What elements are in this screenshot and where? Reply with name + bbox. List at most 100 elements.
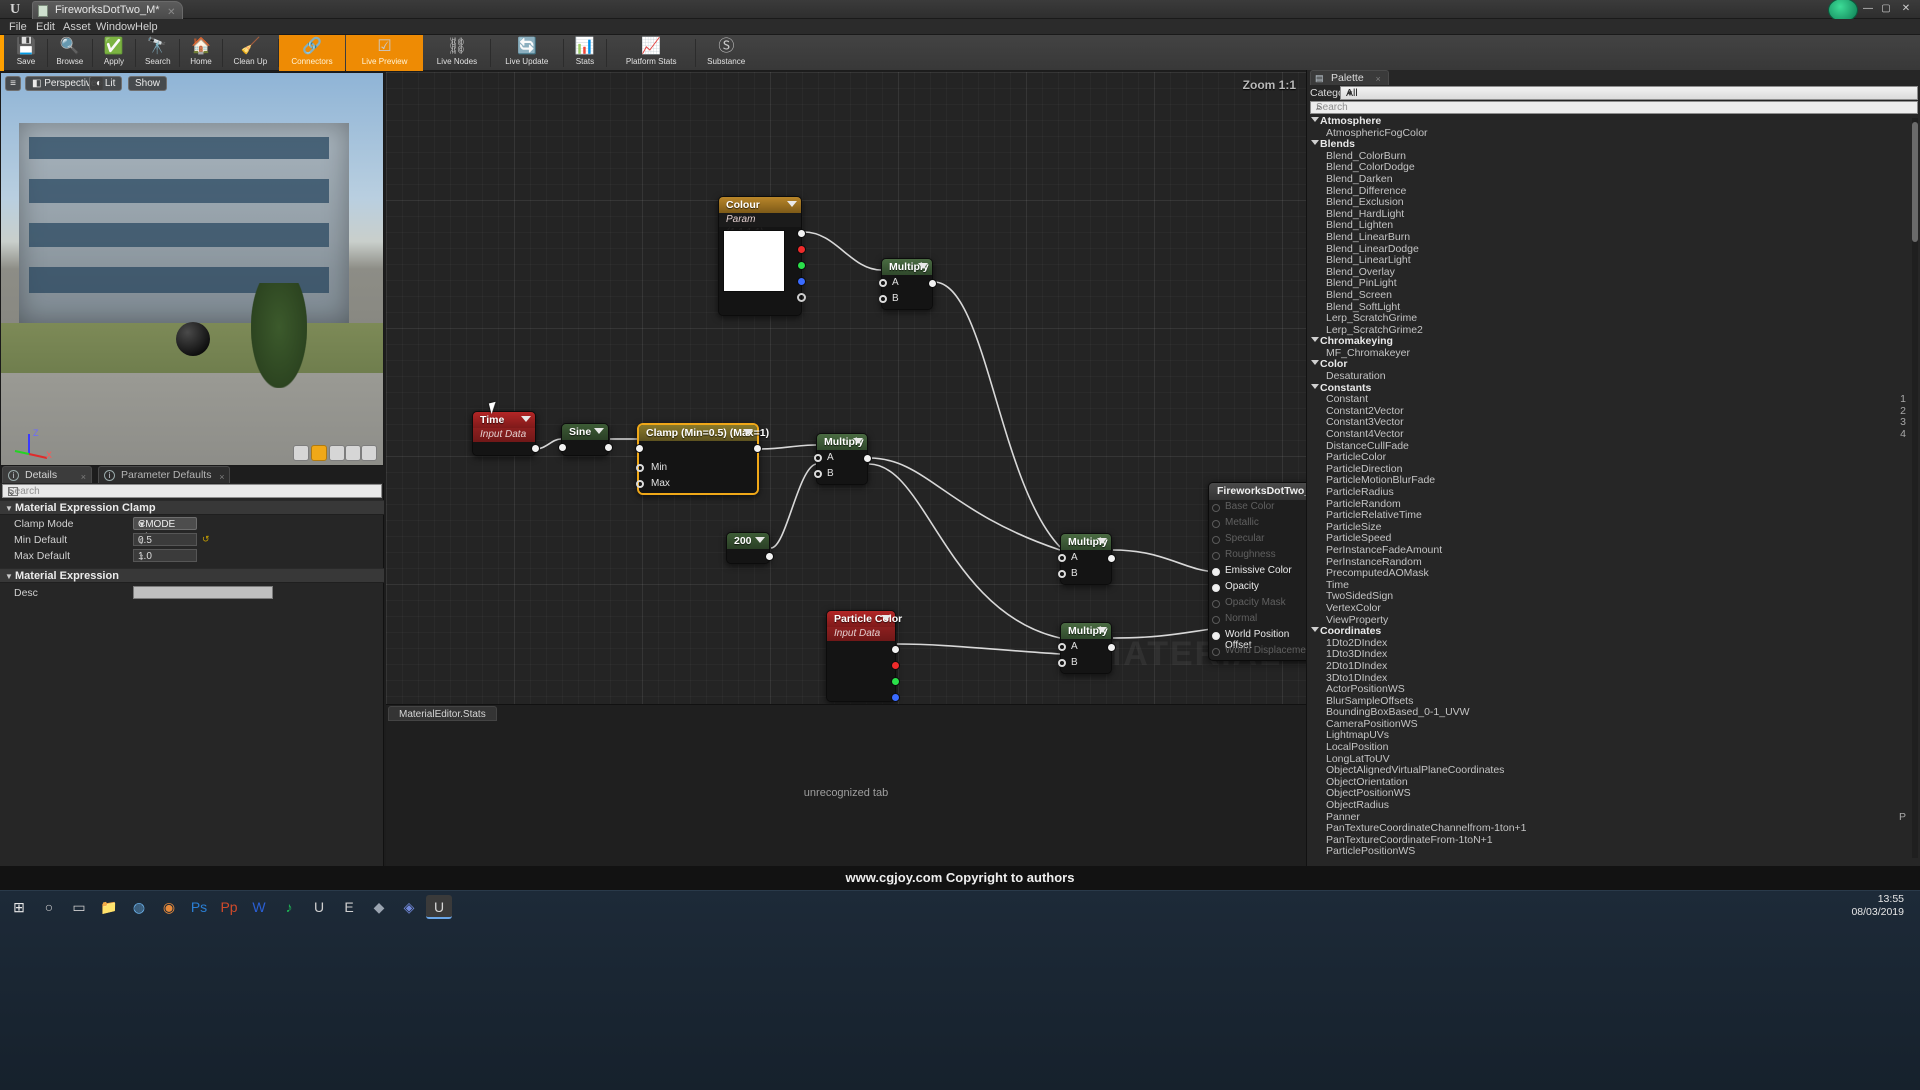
toolbar-button-live-nodes[interactable]: ⛓ Live Nodes xyxy=(424,35,490,71)
tab-palette[interactable]: ▤ Palette × xyxy=(1310,70,1389,85)
palette-item[interactable]: CameraPositionWS xyxy=(1308,718,1920,730)
maximize-button[interactable]: ▢ xyxy=(1878,2,1894,16)
pin-icon[interactable] xyxy=(1212,520,1220,528)
material-input-emissive-color[interactable]: Emissive Color xyxy=(1209,564,1306,580)
search-icon[interactable]: ⌕ xyxy=(1316,102,1913,114)
toolbar-button-substance[interactable]: Ⓢ Substance xyxy=(696,35,756,71)
node-colour-swatch[interactable] xyxy=(723,230,785,292)
pin-icon[interactable] xyxy=(1212,648,1220,656)
toolbar-button-connectors[interactable]: 🔗 Connectors xyxy=(279,35,345,71)
stepper-icon[interactable]: ⇕ xyxy=(138,535,194,548)
node-sine-in[interactable] xyxy=(558,443,567,452)
viewport-toggle-4[interactable] xyxy=(345,445,361,461)
filter-icon[interactable]: ⌄ xyxy=(8,487,378,498)
toolbar-button-browse[interactable]: 🔍 Browse xyxy=(48,35,92,71)
palette-item[interactable]: Blend_SoftLight xyxy=(1308,301,1920,313)
chevron-down-icon[interactable] xyxy=(787,201,797,207)
max-default-input[interactable]: 1.0 ⇕ xyxy=(133,549,197,562)
palette-item[interactable]: Lerp_ScratchGrime2 xyxy=(1308,324,1920,336)
node-clamp-in-max[interactable] xyxy=(636,480,644,488)
palette-item[interactable]: Blend_Overlay xyxy=(1308,266,1920,278)
palette-item[interactable]: PerInstanceFadeAmount xyxy=(1308,544,1920,556)
node-multiply-1[interactable]: Multiply A B xyxy=(879,258,937,310)
palette-item[interactable]: Constant3Vector 3 xyxy=(1308,416,1920,428)
pin-icon[interactable] xyxy=(1212,504,1220,512)
toolbar-button-search[interactable]: 🔭 Search xyxy=(136,35,180,71)
close-icon[interactable]: × xyxy=(219,469,224,485)
palette-item[interactable]: Blend_Lighten xyxy=(1308,219,1920,231)
toolbar-button-save[interactable]: 💾 Save xyxy=(5,35,47,71)
clamp-mode-select[interactable]: CMODE Clamp ▼ xyxy=(133,517,197,543)
palette-item[interactable]: ParticleRadius xyxy=(1308,486,1920,498)
palette-item[interactable]: ObjectAlignedVirtualPlaneCoordinates xyxy=(1308,764,1920,776)
viewport-toggle-5[interactable] xyxy=(361,445,377,461)
tab-details[interactable]: i Details × xyxy=(2,466,92,483)
palette-item[interactable]: Blend_ColorBurn xyxy=(1308,150,1920,162)
taskbar-firefox-icon[interactable]: ◉ xyxy=(156,895,182,919)
toolbar-button-live-update[interactable]: 🔄 Live Update xyxy=(491,35,563,71)
node-particle-color-out-r[interactable] xyxy=(891,661,900,670)
palette-item[interactable]: Blend_Exclusion xyxy=(1308,196,1920,208)
node-multiply-1-in-a[interactable] xyxy=(879,279,887,287)
taskbar-unreal-editor-icon[interactable]: U xyxy=(426,895,452,919)
node-multiply-4-in-b[interactable] xyxy=(1058,659,1066,667)
palette-item[interactable]: 1Dto2DIndex xyxy=(1308,637,1920,649)
taskbar-explorer-icon[interactable]: 📁 xyxy=(96,895,122,919)
node-particle-color-out-rgb[interactable] xyxy=(891,645,900,654)
chevron-down-icon[interactable] xyxy=(743,429,753,435)
palette-item[interactable]: AtmosphericFogColor xyxy=(1308,127,1920,139)
palette-item[interactable]: PanTextureCoordinateFrom-1toN+1 xyxy=(1308,834,1920,846)
node-multiply-3-in-b[interactable] xyxy=(1058,570,1066,578)
viewport-menu-button[interactable]: ≡ xyxy=(5,76,21,91)
viewport-preview-mesh[interactable] xyxy=(176,322,210,356)
details-group-clamp[interactable]: ▼ Material Expression Clamp xyxy=(0,500,384,515)
palette-item[interactable]: ParticleSpeed xyxy=(1308,532,1920,544)
toolbar-button-apply[interactable]: ✅ Apply xyxy=(93,35,135,71)
palette-item[interactable]: ViewProperty xyxy=(1308,614,1920,626)
node-colour-out-rgba[interactable] xyxy=(797,229,806,238)
palette-item[interactable]: ParticlePositionWS xyxy=(1308,845,1920,857)
material-input-metallic[interactable]: Metallic xyxy=(1209,516,1306,532)
palette-category-chromakeying[interactable]: Chromakeying xyxy=(1308,335,1920,347)
material-graph-canvas[interactable]: Zoom 1:1 MATERIAL Colour Param (1,1,1,1) xyxy=(386,72,1306,704)
material-input-world-displacement[interactable]: World Displacement xyxy=(1209,644,1306,660)
chevron-down-icon[interactable] xyxy=(521,416,531,422)
node-multiply-2-out[interactable] xyxy=(863,454,872,463)
node-clamp-out[interactable] xyxy=(753,444,762,453)
palette-item[interactable]: PrecomputedAOMask xyxy=(1308,567,1920,579)
palette-item[interactable]: ParticleColor xyxy=(1308,451,1920,463)
node-clamp-in-min[interactable] xyxy=(636,464,644,472)
taskbar-start-icon[interactable]: ⊞ xyxy=(6,895,32,919)
node-multiply-3-out[interactable] xyxy=(1107,554,1116,563)
close-icon[interactable]: × xyxy=(1375,72,1380,87)
palette-item[interactable]: DistanceCullFade xyxy=(1308,440,1920,452)
palette-item[interactable]: Constant2Vector 2 xyxy=(1308,405,1920,417)
chevron-down-icon[interactable] xyxy=(918,263,928,269)
palette-item[interactable]: Desaturation xyxy=(1308,370,1920,382)
palette-category-atmosphere[interactable]: Atmosphere xyxy=(1308,115,1920,127)
viewport-toggle-3[interactable] xyxy=(329,445,345,461)
stepper-icon[interactable]: ⇕ xyxy=(138,551,194,564)
node-sine-out[interactable] xyxy=(604,443,613,452)
node-multiply-3-in-a[interactable] xyxy=(1058,554,1066,562)
desc-input[interactable] xyxy=(133,586,273,599)
pin-icon[interactable] xyxy=(1212,584,1220,592)
toolbar-button-platform-stats[interactable]: 📈 Platform Stats xyxy=(607,35,695,71)
palette-item[interactable]: BlurSampleOffsets xyxy=(1308,695,1920,707)
close-button[interactable]: ✕ xyxy=(1898,2,1914,16)
palette-item[interactable]: Time xyxy=(1308,579,1920,591)
palette-item[interactable]: ObjectRadius xyxy=(1308,799,1920,811)
pin-icon[interactable] xyxy=(1212,632,1220,640)
palette-item[interactable]: Blend_LinearDodge xyxy=(1308,243,1920,255)
palette-item[interactable]: ObjectPositionWS xyxy=(1308,787,1920,799)
pin-icon[interactable] xyxy=(1212,536,1220,544)
reset-to-default-icon[interactable]: ↺ xyxy=(202,534,210,545)
tab-material-editor-stats[interactable]: MaterialEditor.Stats xyxy=(388,706,497,721)
chevron-down-icon[interactable] xyxy=(881,615,891,621)
palette-item[interactable]: Blend_LinearBurn xyxy=(1308,231,1920,243)
node-colour-out-r[interactable] xyxy=(797,245,806,254)
palette-item[interactable]: Constant 1 xyxy=(1308,393,1920,405)
close-icon[interactable]: × xyxy=(81,469,86,485)
palette-item[interactable]: Blend_Difference xyxy=(1308,185,1920,197)
details-search-input[interactable]: Search ⌕ ⌄ xyxy=(2,484,382,498)
